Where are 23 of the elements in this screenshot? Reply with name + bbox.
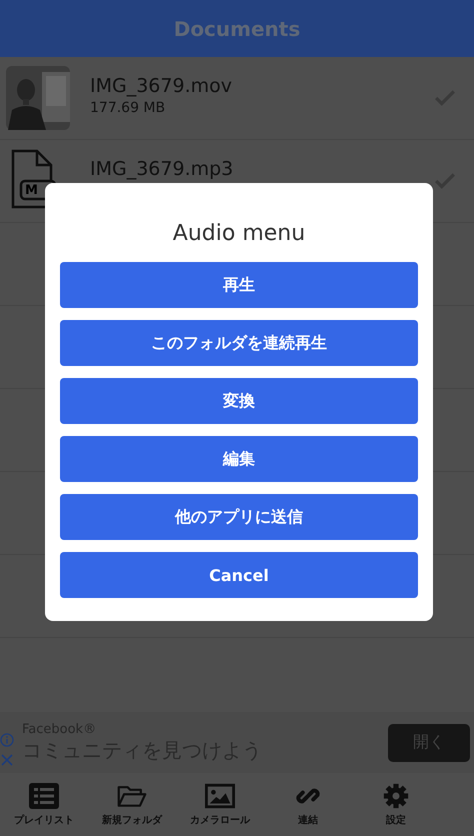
tab-item[interactable]: 設定 bbox=[352, 773, 440, 836]
tab-item[interactable]: カメラロール bbox=[176, 773, 264, 836]
tab-item[interactable]: プレイリスト bbox=[0, 773, 88, 836]
settings-icon bbox=[381, 782, 411, 808]
info-icon[interactable] bbox=[0, 732, 14, 746]
file-name: IMG_3679.mp3 bbox=[90, 157, 234, 181]
menu-button[interactable]: このフォルダを連続再生 bbox=[60, 320, 418, 366]
list-icon bbox=[29, 782, 59, 808]
menu-button[interactable]: 再生 bbox=[60, 262, 418, 308]
tab-item[interactable]: 新規フォルダ bbox=[88, 773, 176, 836]
file-type-label: M bbox=[25, 183, 38, 198]
menu-button[interactable]: 変換 bbox=[60, 378, 418, 424]
file-name: IMG_3679.mov bbox=[90, 74, 233, 98]
dialog-title: Audio menu bbox=[172, 221, 306, 246]
tab-item[interactable]: 連結 bbox=[264, 773, 352, 836]
close-icon[interactable] bbox=[0, 752, 14, 766]
menu-button[interactable]: 他のアプリに送信 bbox=[60, 494, 418, 540]
file-row[interactable]: IMG_3679.mov 177.69 MB bbox=[0, 57, 474, 140]
image-icon bbox=[205, 782, 235, 808]
menu-button[interactable]: 編集 bbox=[60, 436, 418, 482]
menu-button[interactable]: Cancel bbox=[60, 552, 418, 598]
file-size: 177.69 MB bbox=[90, 100, 166, 116]
screen-title: Documents bbox=[174, 16, 300, 40]
